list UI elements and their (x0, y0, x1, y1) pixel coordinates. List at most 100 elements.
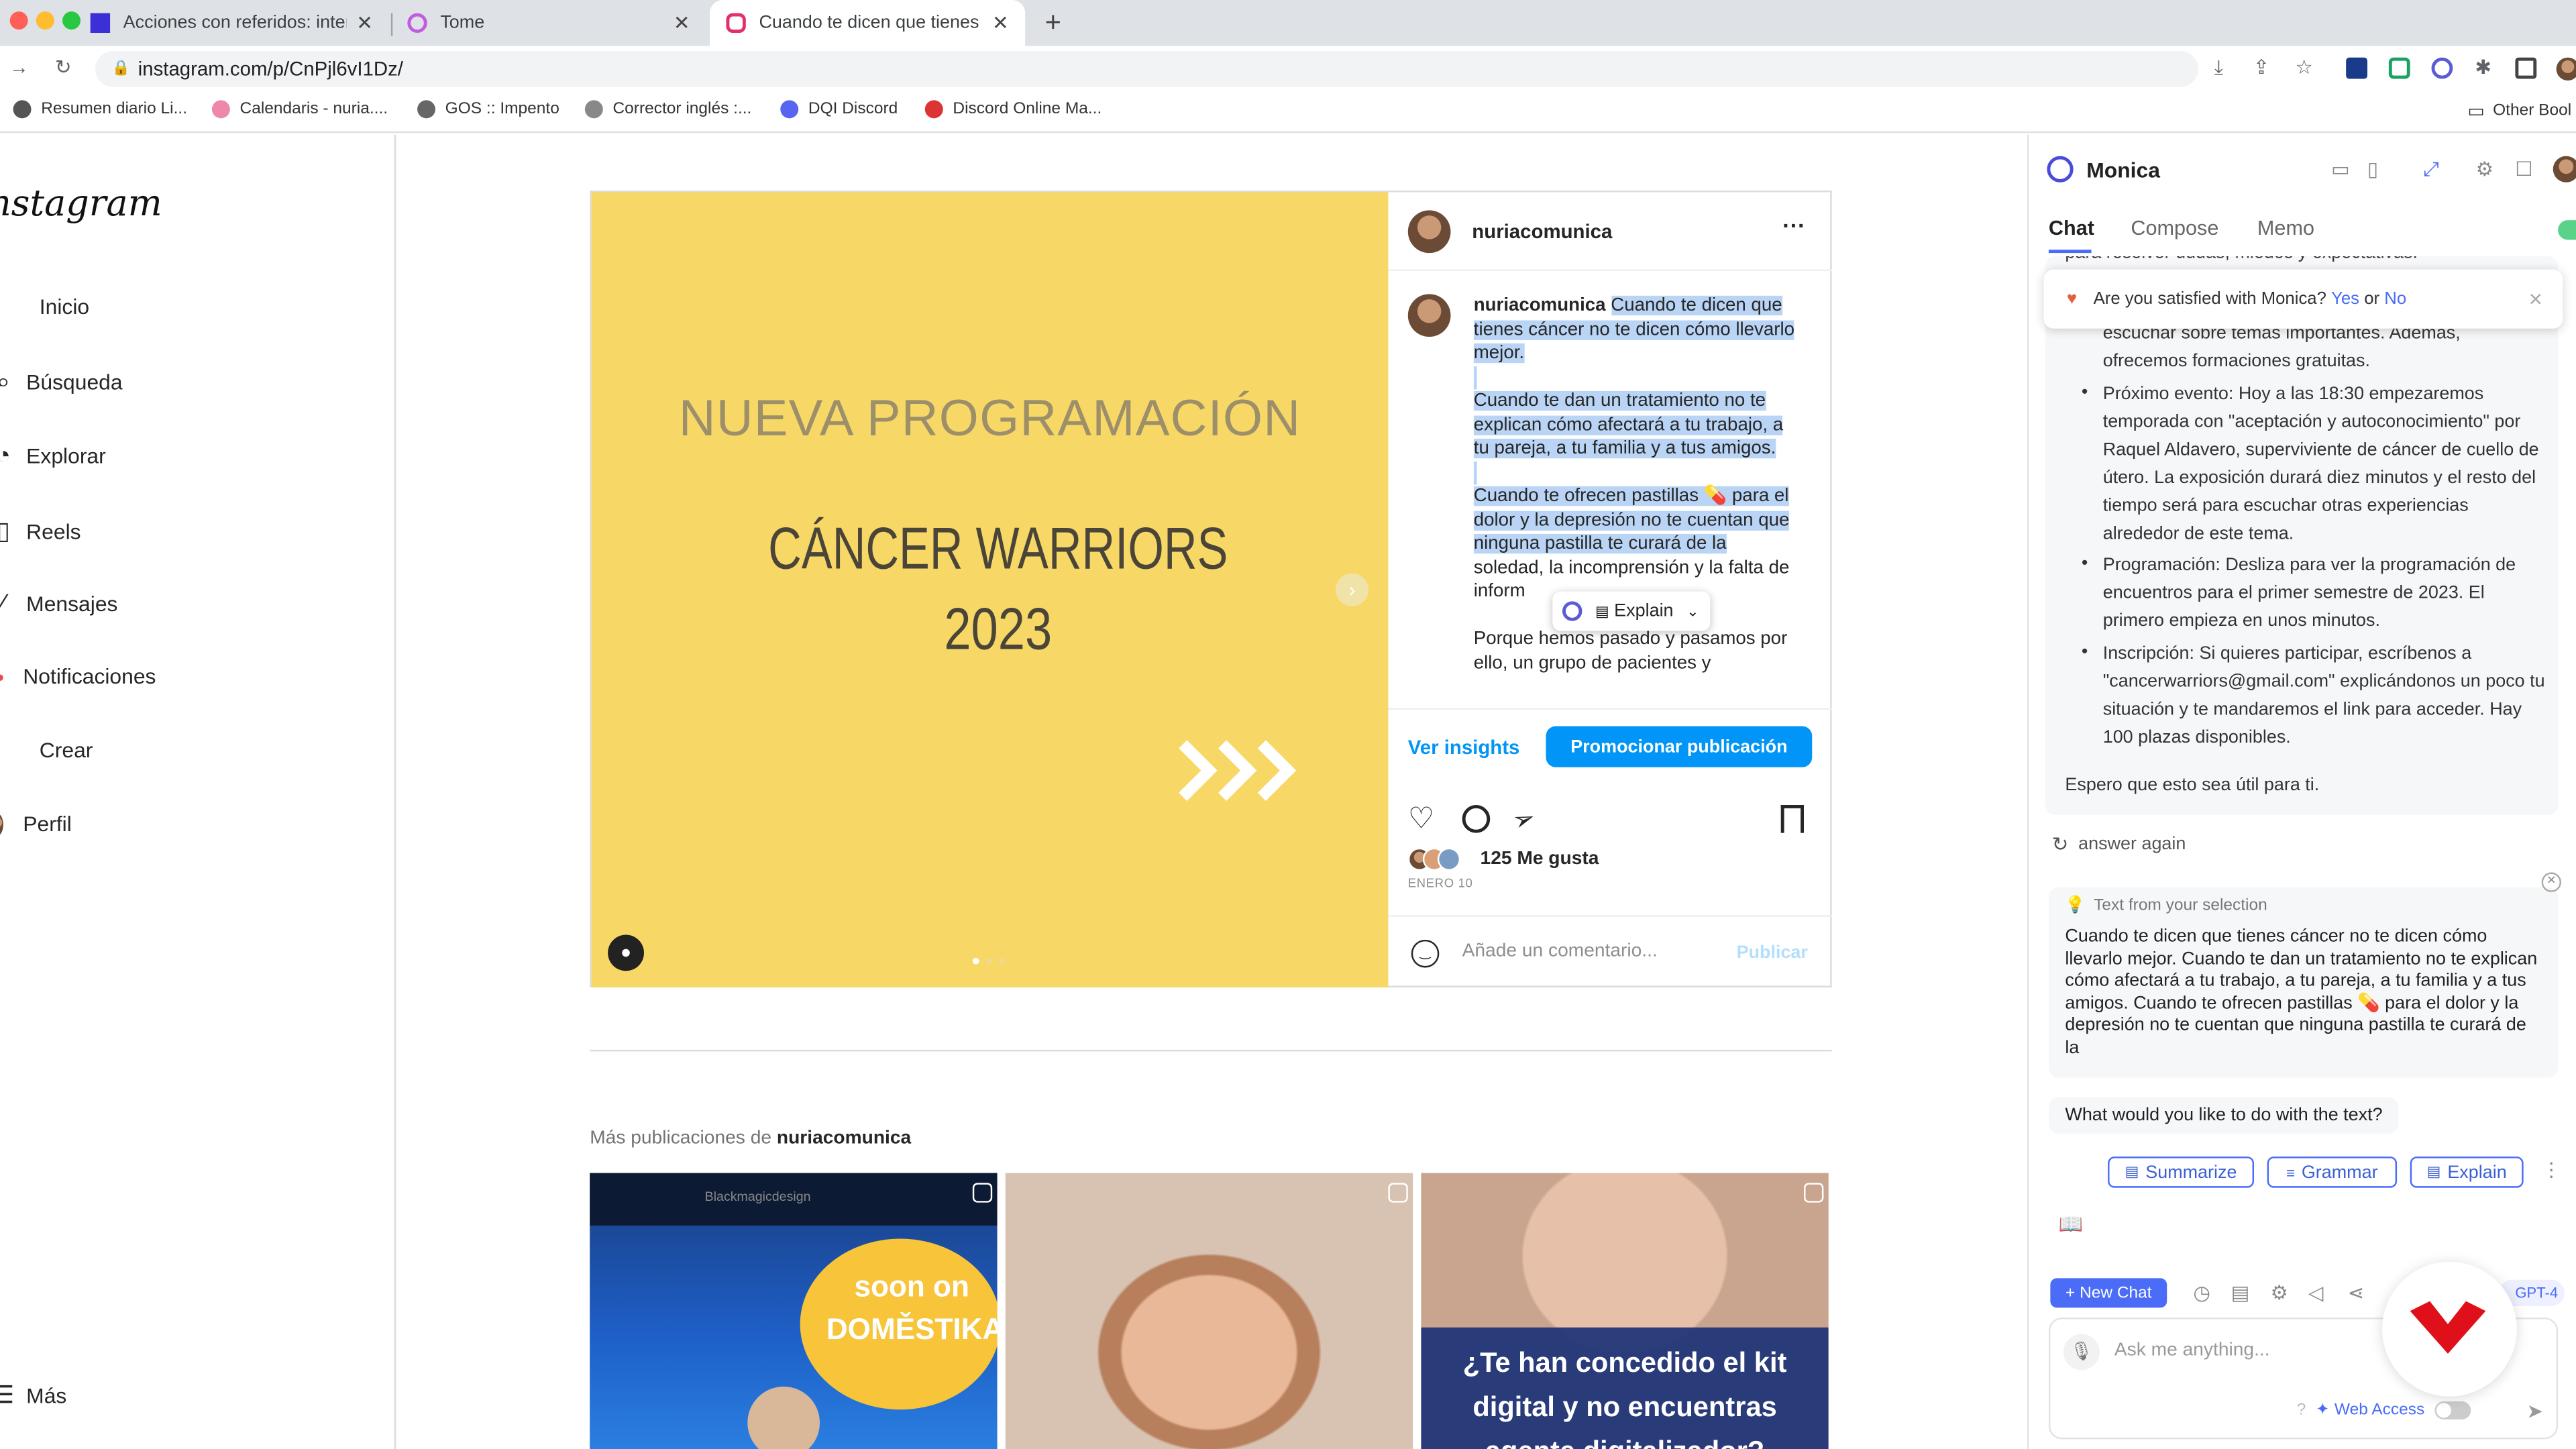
author-username[interactable]: nuriacomunica (1472, 220, 1612, 243)
explain-button[interactable]: ▤ Explain (2410, 1157, 2524, 1188)
puzzle-icon[interactable]: ✱ (2473, 56, 2494, 79)
chat-input[interactable]: Ask me anything... (2114, 1340, 2270, 1360)
forward-arrow-icon[interactable]: → (8, 56, 30, 79)
nav-busqueda[interactable]: ⌕Búsqueda (0, 368, 123, 396)
settings-gear-icon[interactable]: ⚙ (2476, 158, 2493, 180)
bookmark-item[interactable]: GOS :: Impento (417, 100, 559, 119)
bookmark-item[interactable]: Corrector inglés :... (584, 100, 751, 119)
bookmark-favicon-icon (13, 100, 32, 119)
sidebar-toggle-icon[interactable] (2515, 57, 2537, 79)
like-count[interactable]: 125 Me gusta (1481, 849, 1599, 869)
new-chat-button[interactable]: + New Chat (2050, 1278, 2167, 1308)
browser-tab-active[interactable]: Cuando te dicen que tienes cá ✕ (709, 0, 1026, 46)
answer-again-button[interactable]: ↻ answer again (2052, 833, 2186, 856)
prompt-question: What would you like to do with the text? (2048, 1097, 2400, 1134)
save-bookmark-icon[interactable] (1780, 805, 1805, 833)
reload-icon[interactable]: ↻ (52, 56, 74, 79)
mute-icon[interactable]: ◁ (2308, 1281, 2324, 1304)
share-send-icon[interactable]: ➢ (1508, 800, 1540, 839)
instagram-logo[interactable]: Instagram (0, 184, 162, 225)
bookmark-star-icon[interactable]: ☆ (2294, 56, 2315, 79)
monica-title: Monica (2086, 158, 2160, 182)
post-options-button[interactable]: ··· (1782, 212, 1805, 238)
author-avatar[interactable] (1407, 210, 1451, 254)
post-caption: nuriacomunica Cuando te dicen que tienes… (1473, 295, 1795, 673)
nav-crear[interactable]: Crear (0, 738, 93, 763)
post-thumbnail[interactable] (1005, 1173, 1413, 1449)
tab-chat[interactable]: Chat (2049, 217, 2094, 239)
monica-extension-icon[interactable] (2431, 57, 2453, 79)
address-bar[interactable]: 🔒 instagram.com/p/CnPjl6vI1Dz/ (95, 50, 2198, 87)
explain-popup[interactable]: ▤ Explain ⌄ (1552, 591, 1711, 631)
toggle-indicator[interactable] (2558, 220, 2576, 240)
send-icon[interactable]: ➤ (2527, 1400, 2544, 1423)
bookmark-item[interactable]: Discord Online Ma... (924, 100, 1102, 119)
browser-tab[interactable]: Tome ✕ (391, 0, 706, 46)
floating-logo-button[interactable] (2382, 1261, 2517, 1397)
reel-icon (1388, 1183, 1408, 1203)
heart-icon: ♥ (2066, 289, 2078, 309)
promote-button[interactable]: Promocionar publicación (1546, 726, 1813, 767)
comment-input[interactable]: Añade un comentario... (1462, 941, 1658, 961)
tab-close-icon[interactable]: ✕ (356, 11, 373, 34)
expand-icon[interactable]: ⤢ (2423, 158, 2439, 182)
liker-avatars[interactable] (1407, 847, 1481, 871)
window-close-icon[interactable] (9, 11, 28, 30)
document-icon[interactable]: ▤ (2231, 1281, 2250, 1304)
close-selection-icon[interactable]: ✕ (2541, 872, 2561, 892)
nav-explorar[interactable]: ◔Explorar (0, 442, 106, 470)
install-icon[interactable]: ⤓ (2208, 56, 2229, 79)
nav-reels[interactable]: ▯Reels (0, 516, 81, 545)
history-icon[interactable]: ◷ (2193, 1281, 2210, 1304)
menu-icon: ☰ (0, 1380, 16, 1410)
share-icon[interactable]: ⋖ (2348, 1281, 2365, 1304)
microphone-icon[interactable]: 🎙 (2063, 1334, 2100, 1371)
comment-icon[interactable] (1462, 805, 1491, 833)
more-actions-icon[interactable]: ⋮ (2542, 1159, 2561, 1181)
nav-mensajes[interactable]: ⁄ Mensajes (0, 590, 118, 618)
settings-gear-icon[interactable]: ⚙ (2271, 1281, 2288, 1304)
summarize-button[interactable]: ▤ Summarize (2108, 1157, 2255, 1188)
post-thumbnail[interactable]: Blackmagicdesign soon on DOMĚSTIKA (590, 1173, 998, 1449)
mobile-icon[interactable]: ▯ (2367, 158, 2378, 180)
window-minimize-icon[interactable] (36, 11, 54, 30)
nav-perfil[interactable]: Perfil (0, 812, 72, 837)
nav-mas[interactable]: ☰Más (0, 1380, 66, 1410)
user-avatar[interactable] (2553, 156, 2576, 182)
tab-memo[interactable]: Memo (2257, 217, 2314, 239)
insights-link[interactable]: Ver insights (1408, 736, 1520, 759)
like-heart-icon[interactable]: ♡ (1408, 804, 1435, 833)
extension-icon[interactable] (2388, 57, 2410, 79)
nav-inicio[interactable]: Inicio (0, 294, 89, 319)
profile-avatar[interactable] (2556, 57, 2576, 81)
nav-notificaciones[interactable]: ●Notificaciones (0, 663, 156, 688)
extension-icon[interactable] (2346, 57, 2368, 79)
grammar-button[interactable]: ≡ Grammar (2267, 1157, 2398, 1188)
feedback-icon[interactable]: ☐ (2515, 158, 2532, 180)
tab-compose[interactable]: Compose (2131, 217, 2218, 239)
post-thumbnail[interactable]: ¿Te han concedido el kit digital y no en… (1421, 1173, 1829, 1449)
caption-avatar[interactable] (1407, 294, 1451, 337)
bookmark-item[interactable]: DQI Discord (780, 100, 898, 119)
bookmark-item[interactable]: Calendaris - nuria.... (211, 100, 388, 119)
help-icon: ? (2296, 1401, 2306, 1419)
tab-close-icon[interactable]: ✕ (992, 11, 1009, 34)
chevron-down-icon[interactable]: ⌄ (1686, 602, 1699, 621)
share-icon[interactable]: ⇪ (2251, 56, 2272, 79)
user-tag-icon[interactable]: ● (608, 934, 645, 971)
post-media[interactable]: NUEVA PROGRAMACIÓN CÁNCER WARRIORS 2023 … (591, 192, 1389, 987)
desktop-icon[interactable]: ▭ (2331, 158, 2350, 180)
browser-tab[interactable]: Acciones con referidos: interca ✕ (74, 0, 389, 46)
publish-button[interactable]: Publicar (1737, 943, 1808, 963)
next-slide-button[interactable]: › (1336, 573, 1369, 606)
grammar-icon: ≡ (2286, 1164, 2296, 1181)
book-icon: ▤ (2426, 1163, 2441, 1180)
bookmark-item[interactable]: Resumen diario Li... (13, 100, 187, 119)
new-tab-button[interactable]: + (1045, 7, 1061, 40)
web-access-toggle[interactable]: ? ✦ Web Access (2297, 1401, 2471, 1419)
tab-close-icon[interactable]: ✕ (674, 11, 690, 34)
close-icon[interactable]: ✕ (2528, 288, 2543, 309)
book-emoji-icon[interactable]: 📖 (2059, 1212, 2084, 1235)
emoji-icon[interactable]: ‿ (1411, 939, 1440, 968)
other-bookmarks[interactable]: ▭ Other Bool (2467, 100, 2571, 121)
